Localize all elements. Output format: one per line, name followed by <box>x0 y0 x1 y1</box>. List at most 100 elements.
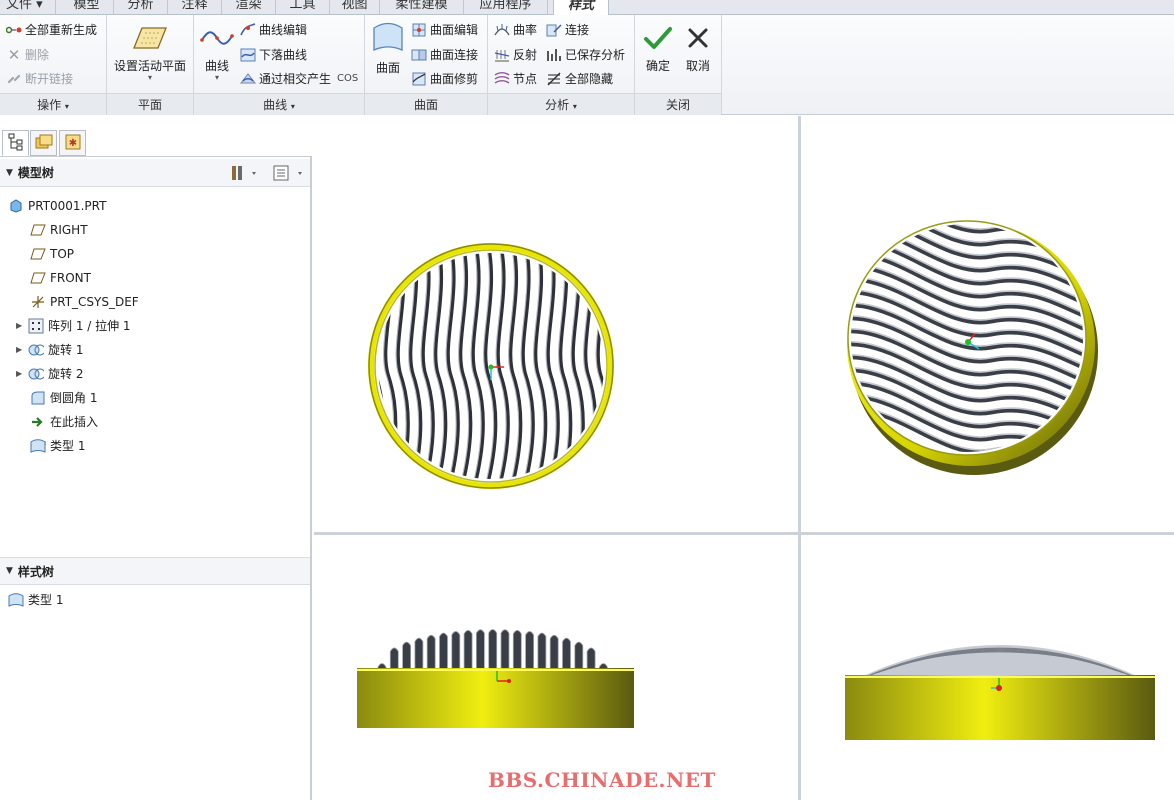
datum-plane-icon <box>30 246 46 262</box>
expand-arrow-icon[interactable]: ▶ <box>16 315 28 337</box>
tree-item-revolve-1[interactable]: ▶ 旋转 1 <box>16 339 83 361</box>
surface-edit-button[interactable]: 曲面编辑 <box>411 20 478 40</box>
folder-icon <box>35 134 53 153</box>
tree-item-label: 在此插入 <box>50 415 99 429</box>
folder-browser-tab[interactable] <box>30 130 57 156</box>
viewport-divider-horizontal[interactable] <box>314 532 1174 535</box>
rib-tip <box>537 632 547 670</box>
viewport-front[interactable] <box>314 116 798 532</box>
surface-trim-button[interactable]: 曲面修剪 <box>411 69 478 89</box>
model-tree-icon <box>8 133 24 154</box>
svg-text:✱: ✱ <box>45 439 46 448</box>
model-tree-title: 模型树 <box>17 166 54 180</box>
saved-analysis-button[interactable]: 已保存分析 <box>546 45 625 65</box>
viewport-divider-vertical[interactable] <box>798 116 801 800</box>
model-tree-header[interactable]: ▼ 模型树 <box>0 159 310 187</box>
model-tree-tab[interactable] <box>2 130 29 156</box>
surface-button[interactable]: 曲面 <box>369 19 407 76</box>
tree-item-revolve-2[interactable]: ▶ 旋转 2 <box>16 363 83 385</box>
tab-view[interactable]: 视图 <box>330 0 380 14</box>
tab-model[interactable]: 模型 <box>60 0 114 14</box>
tree-item-front[interactable]: FRONT <box>30 267 91 289</box>
tree-item-part[interactable]: PRT0001.PRT <box>8 195 106 217</box>
surface-connect-button[interactable]: 曲面连接 <box>411 45 478 65</box>
curvature-label: 曲率 <box>513 23 538 37</box>
cancel-button[interactable]: 取消 <box>679 23 717 74</box>
tree-item-top[interactable]: TOP <box>30 243 74 265</box>
tree-item-label: TOP <box>50 247 75 261</box>
node-button[interactable]: 节点 <box>494 69 537 89</box>
rib-tip <box>426 634 436 670</box>
tree-item-label: PRT_CSYS_DEF <box>50 295 139 309</box>
ribbon: 全部重新生成 ✕ 删除 断开链接 操作 ▾ 设置活动平面 ▾ 平面 曲线 ▾ 曲… <box>0 15 1174 115</box>
style-icon <box>8 592 24 608</box>
tab-flexible-modeling[interactable]: 柔性建模 <box>380 0 464 14</box>
break-link-button[interactable]: 断开链接 <box>6 69 73 89</box>
ok-button[interactable]: 确定 <box>639 23 677 74</box>
curve-group: 曲线 ▾ 曲线编辑 下落曲线 通过相交产生 COS 曲线 ▾ <box>194 15 365 115</box>
pattern-icon <box>28 318 44 334</box>
analysis-group-label[interactable]: 分析 ▾ <box>488 93 634 115</box>
viewport-side[interactable] <box>314 535 798 800</box>
delete-button[interactable]: ✕ 删除 <box>6 45 49 65</box>
curvature-button[interactable]: 曲率 <box>494 20 537 40</box>
tab-applications[interactable]: 应用程序 <box>464 0 548 14</box>
regen-all-button[interactable]: 全部重新生成 <box>6 20 97 40</box>
tab-file[interactable]: 文件 ▾ <box>0 0 56 14</box>
style-icon: ✱ <box>30 438 46 454</box>
curve-group-label[interactable]: 曲线 ▾ <box>194 93 364 115</box>
tree-item-pattern[interactable]: ▶ 阵列 1 / 拉伸 1 <box>16 315 131 337</box>
tree-settings-button[interactable] <box>230 164 260 185</box>
viewport-iso[interactable] <box>801 116 1174 532</box>
tree-item-insert-here[interactable]: 在此插入 <box>30 411 98 433</box>
tab-render[interactable]: 渲染 <box>222 0 276 14</box>
curvature-icon <box>494 22 510 38</box>
svg-text:✱: ✱ <box>68 138 76 149</box>
favorites-tab[interactable]: ✱ <box>59 130 86 156</box>
expand-arrow-icon[interactable]: ▶ <box>16 363 28 385</box>
tree-item-label: 类型 1 <box>28 593 64 607</box>
ribbon-tab-bar: 文件 ▾ 模型 分析 注释 渲染 工具 视图 柔性建模 应用程序 样式 <box>0 0 1174 15</box>
rib-tip <box>488 629 498 670</box>
connect-analysis-button[interactable]: 连接 <box>546 20 589 40</box>
tree-item-right[interactable]: RIGHT <box>30 219 88 241</box>
expand-arrow-icon[interactable]: ▶ <box>16 339 28 361</box>
rib-tip <box>500 629 510 670</box>
tab-analysis[interactable]: 分析 <box>114 0 168 14</box>
tree-item-round[interactable]: 倒圆角 1 <box>30 387 97 409</box>
style-tree-header[interactable]: ▼ 样式树 <box>0 557 310 585</box>
tab-style[interactable]: 样式 <box>553 0 609 15</box>
saved-analysis-label: 已保存分析 <box>565 48 626 62</box>
ok-label: 确定 <box>645 59 670 73</box>
tree-item-label: 旋转 1 <box>48 343 84 357</box>
reflect-button[interactable]: 反射 <box>494 45 537 65</box>
tab-tools[interactable]: 工具 <box>276 0 330 14</box>
tree-item-style[interactable]: ✱ 类型 1 <box>30 435 85 457</box>
ops-group-label[interactable]: 操作 ▾ <box>0 93 106 115</box>
reflect-label: 反射 <box>513 48 538 62</box>
surface-edit-icon <box>411 22 427 38</box>
dropdown-arrow-icon: ▾ <box>214 73 219 82</box>
intersect-cos-button[interactable]: 通过相交产生 COS <box>240 69 358 89</box>
model-front-view <box>368 243 614 489</box>
tree-show-button[interactable] <box>272 164 306 185</box>
rib-tip <box>389 647 399 670</box>
tools-icon <box>232 166 256 180</box>
surface-group-label: 曲面 <box>365 93 487 115</box>
curve-button[interactable]: 曲线 ▾ <box>198 23 236 82</box>
curve-edit-button[interactable]: 曲线编辑 <box>240 20 307 40</box>
drop-curve-label: 下落曲线 <box>259 48 308 62</box>
rib-tip <box>439 632 448 670</box>
tab-annotate[interactable]: 注释 <box>168 0 222 14</box>
drop-curve-button[interactable]: 下落曲线 <box>240 45 307 65</box>
curve-icon <box>199 23 235 53</box>
surface-label: 曲面 <box>375 61 400 75</box>
tree-item-csys[interactable]: PRT_CSYS_DEF <box>30 291 139 313</box>
hide-all-button[interactable]: 全部隐藏 <box>546 69 613 89</box>
rib-tip <box>463 629 473 670</box>
set-active-plane-button[interactable]: 设置活动平面 ▾ <box>107 23 193 82</box>
viewport-side-2[interactable] <box>801 535 1174 800</box>
rib-tip <box>562 637 571 670</box>
surface-connect-icon <box>411 47 427 63</box>
style-tree-item[interactable]: 类型 1 <box>8 589 63 611</box>
